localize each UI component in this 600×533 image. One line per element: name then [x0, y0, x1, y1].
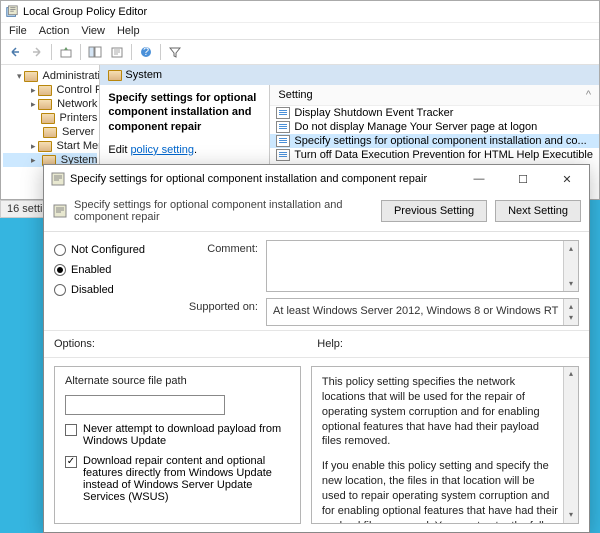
- radio-not-configured[interactable]: Not Configured: [54, 244, 164, 256]
- scroll-down-icon[interactable]: ▾: [564, 276, 578, 291]
- col-setting[interactable]: Setting: [278, 89, 585, 101]
- list-header[interactable]: Setting ^: [270, 85, 599, 106]
- wsus-checkbox[interactable]: Download repair content and optional fea…: [65, 455, 290, 503]
- policy-icon: [276, 107, 290, 119]
- supported-on-box: At least Windows Server 2012, Windows 8 …: [266, 298, 579, 326]
- options-heading: Options:: [54, 335, 303, 353]
- checkbox-icon: [65, 424, 77, 436]
- tree-item-start-menu[interactable]: ▸Start Menu a: [3, 139, 97, 153]
- scroll-down-icon[interactable]: ▾: [564, 508, 578, 523]
- never-download-checkbox[interactable]: Never attempt to download payload from W…: [65, 423, 290, 447]
- dialog-titlebar: Specify settings for optional component …: [44, 165, 589, 193]
- menubar: File Action View Help: [1, 23, 599, 39]
- scrollbar[interactable]: ▴▾: [563, 299, 578, 325]
- radio-enabled[interactable]: Enabled: [54, 264, 164, 276]
- help-text: If you enable this policy setting and sp…: [322, 459, 558, 524]
- dialog-title: Specify settings for optional component …: [66, 173, 457, 185]
- next-setting-button[interactable]: Next Setting: [495, 200, 581, 222]
- comment-label: Comment:: [178, 240, 258, 255]
- radio-icon: [54, 244, 66, 256]
- previous-setting-button[interactable]: Previous Setting: [381, 200, 487, 222]
- dialog-header-text: Specify settings for optional component …: [74, 199, 373, 223]
- folder-icon: [38, 99, 52, 110]
- tree-root[interactable]: ▾Administrative Te: [3, 69, 97, 83]
- menu-file[interactable]: File: [9, 25, 27, 37]
- options-panel: Alternate source file path Never attempt…: [54, 366, 301, 524]
- back-button[interactable]: [5, 42, 25, 62]
- help-text: This policy setting specifies the networ…: [322, 375, 558, 449]
- help-heading: Help:: [317, 335, 579, 353]
- policy-icon: [50, 171, 66, 187]
- radio-icon: [54, 284, 66, 296]
- policy-icon: [276, 135, 290, 147]
- toolbar: ?: [1, 39, 599, 65]
- policy-icon: [276, 149, 290, 161]
- checkbox-icon: [65, 456, 77, 468]
- state-radio-group: Not Configured Enabled Disabled: [54, 240, 164, 326]
- folder-icon: [38, 141, 52, 152]
- tree-item-server[interactable]: ▸Server: [3, 125, 97, 139]
- scroll-up-icon[interactable]: ▴: [564, 367, 578, 382]
- folder-icon: [41, 113, 55, 124]
- menu-help[interactable]: Help: [117, 25, 140, 37]
- policy-icon: [276, 121, 290, 133]
- policy-icon: [52, 203, 68, 219]
- filter-button[interactable]: [165, 42, 185, 62]
- show-hide-button[interactable]: [85, 42, 105, 62]
- help-button[interactable]: ?: [136, 42, 156, 62]
- folder-icon: [24, 71, 38, 82]
- tree-item-network[interactable]: ▸Network: [3, 97, 97, 111]
- folder-icon: [108, 70, 122, 81]
- selected-policy-name: Specify settings for optional component …: [108, 91, 261, 134]
- dialog-header: Specify settings for optional component …: [44, 193, 589, 232]
- scroll-down-icon[interactable]: ▾: [564, 310, 578, 325]
- alt-source-input[interactable]: [65, 395, 225, 415]
- menu-action[interactable]: Action: [39, 25, 70, 37]
- up-button[interactable]: [56, 42, 76, 62]
- menu-view[interactable]: View: [81, 25, 105, 37]
- tree-item-control-panel[interactable]: ▸Control Pane: [3, 83, 97, 97]
- alt-source-label: Alternate source file path: [65, 375, 290, 387]
- edit-policy-link[interactable]: policy setting: [130, 144, 194, 156]
- close-button[interactable]: ✕: [545, 165, 589, 193]
- gpe-title: Local Group Policy Editor: [23, 6, 147, 18]
- list-item[interactable]: Turn off Data Execution Prevention for H…: [270, 148, 599, 162]
- tree-item-printers[interactable]: ▸Printers: [3, 111, 97, 125]
- gpe-icon: [5, 5, 19, 19]
- help-panel: This policy setting specifies the networ…: [311, 366, 579, 524]
- maximize-button[interactable]: ☐: [501, 165, 545, 193]
- list-item[interactable]: Specify settings for optional component …: [270, 134, 599, 148]
- list-item[interactable]: Do not display Manage Your Server page a…: [270, 120, 599, 134]
- comment-textarea[interactable]: ▴▾: [266, 240, 579, 292]
- forward-button[interactable]: [27, 42, 47, 62]
- list-item[interactable]: Display Shutdown Event Tracker: [270, 106, 599, 120]
- export-button[interactable]: [107, 42, 127, 62]
- edit-policy-row: Edit policy setting.: [108, 144, 261, 156]
- policy-dialog: Specify settings for optional component …: [43, 164, 590, 533]
- minimize-button[interactable]: —: [457, 165, 501, 193]
- radio-disabled[interactable]: Disabled: [54, 284, 164, 296]
- scrollbar[interactable]: ▴▾: [563, 367, 578, 523]
- content-header-label: System: [125, 69, 162, 81]
- scrollbar[interactable]: ▴▾: [563, 241, 578, 291]
- content-header: System: [100, 65, 599, 85]
- folder-icon: [43, 127, 57, 138]
- supported-label: Supported on:: [178, 298, 258, 313]
- radio-icon: [54, 264, 66, 276]
- folder-icon: [38, 85, 52, 96]
- scroll-up-icon[interactable]: ▴: [564, 241, 578, 256]
- svg-text:?: ?: [143, 46, 149, 58]
- gpe-titlebar: Local Group Policy Editor: [1, 1, 599, 23]
